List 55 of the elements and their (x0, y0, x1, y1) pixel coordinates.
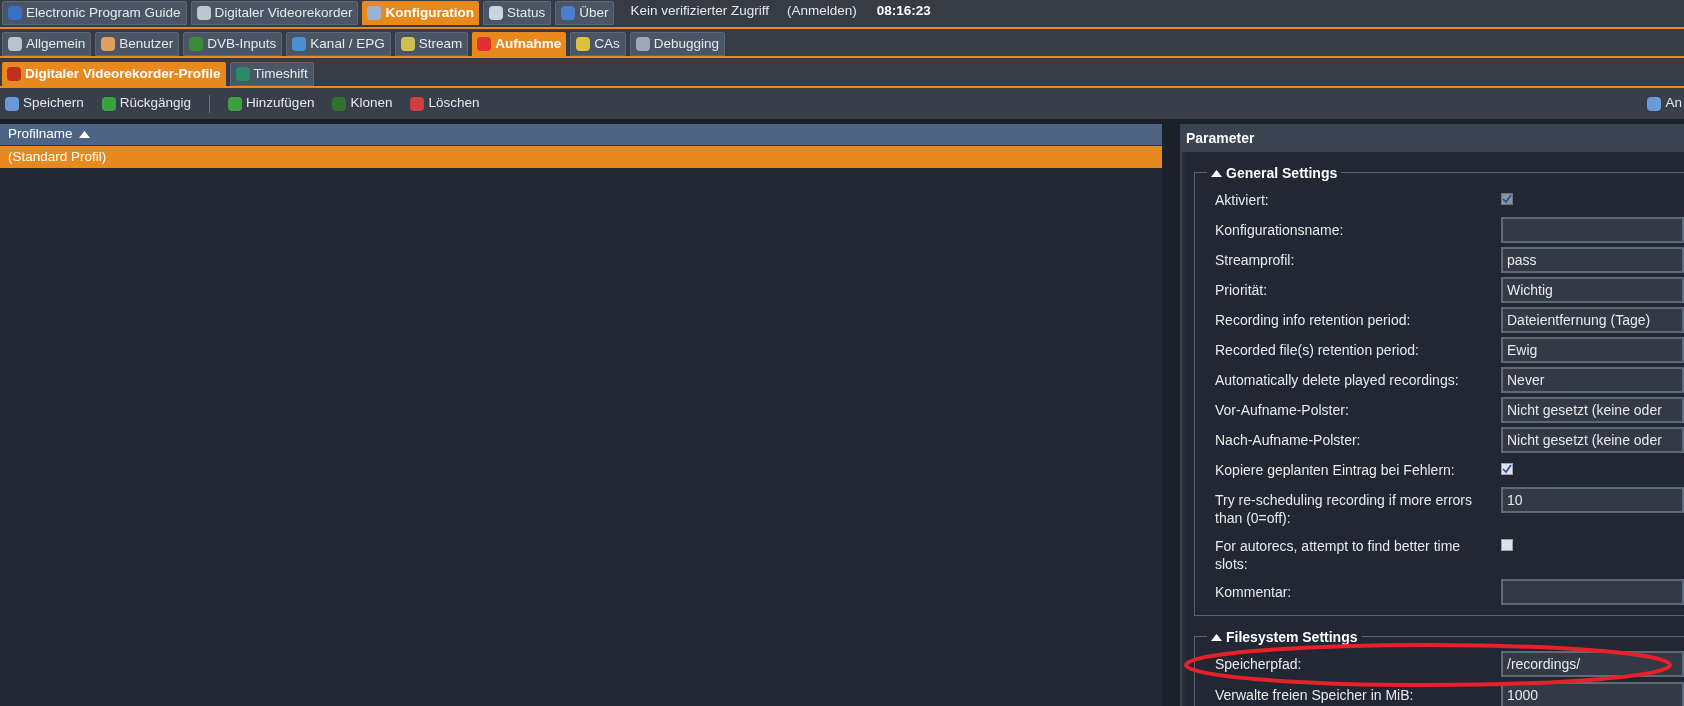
toolbar-button[interactable]: Speichern (5, 93, 84, 114)
tab[interactable]: Status (482, 1, 552, 25)
checkbox[interactable] (1501, 463, 1513, 475)
tab[interactable]: Digitaler Videorekorder (190, 1, 359, 25)
toolbar-button[interactable]: Klonen (332, 93, 393, 114)
field-label: Kopiere geplanten Eintrag bei Fehlern: (1214, 461, 1456, 479)
input-field[interactable]: Dateientfernung (Tage) (1501, 307, 1684, 333)
tab[interactable]: Electronic Program Guide (2, 1, 187, 25)
input-field[interactable] (1501, 579, 1684, 605)
input-field[interactable]: 10 (1501, 487, 1684, 513)
input-field[interactable]: Never (1501, 367, 1684, 393)
tab[interactable]: DVB-Inputs (183, 32, 283, 56)
clock: 08:16:23 (876, 1, 931, 20)
input-field[interactable]: Ewig (1501, 337, 1684, 363)
column-header[interactable]: Profilname (8, 124, 90, 145)
field-label: Priorität: (1214, 281, 1269, 299)
toolbar-button[interactable]: Löschen (410, 93, 480, 114)
field-label: Verwalte freien Speicher in MiB: (1214, 686, 1415, 704)
field-label: Recording info retention period: (1214, 311, 1412, 329)
field-label: For autorecs, attempt to find better time slots: (1214, 537, 1462, 573)
field-label: Kommentar: (1214, 583, 1293, 601)
field-label: Streamprofil: (1214, 251, 1296, 269)
tab[interactable]: Stream (394, 32, 469, 56)
field-label: Aktiviert: (1214, 191, 1270, 209)
tab[interactable]: Allgemein (2, 32, 92, 56)
panel-title: Parameter (1186, 128, 1255, 148)
tab[interactable]: Kanal / EPG (286, 32, 391, 56)
field-label: Konfigurationsname: (1214, 221, 1345, 239)
tab[interactable]: Debugging (629, 32, 725, 56)
tab[interactable]: Timeshift (229, 62, 314, 86)
table-cell-text: (Standard Profil) (8, 147, 107, 166)
input-field[interactable]: Nicht gesetzt (keine oder (1501, 397, 1684, 423)
field-label: Automatically delete played recordings: (1214, 371, 1460, 389)
toolbar-button[interactable]: Rückgängig (101, 93, 192, 114)
access-status: Kein verifizierter Zugriff (630, 1, 769, 20)
tab[interactable]: CAs (570, 32, 626, 56)
field-label: Speicherpfad: (1214, 655, 1303, 673)
toolbar-button[interactable]: Hinzufügen (228, 93, 315, 114)
input-field[interactable] (1501, 217, 1684, 243)
input-field[interactable]: 1000 (1501, 682, 1684, 706)
checkbox[interactable] (1501, 539, 1513, 551)
field-label: Nach-Aufname-Polster: (1214, 431, 1362, 449)
collapse-triangle-icon (1211, 634, 1222, 641)
field-label: Recorded file(s) retention period: (1214, 341, 1420, 359)
toolbar-button[interactable]: An (1647, 93, 1682, 114)
field-label: Vor-Aufname-Polster: (1214, 401, 1350, 419)
input-field[interactable]: Nicht gesetzt (keine oder (1501, 427, 1684, 453)
tab[interactable]: Benutzer (95, 32, 180, 56)
login-link[interactable]: (Anmelden) (787, 0, 857, 21)
collapse-triangle-icon (1211, 170, 1222, 177)
input-field[interactable]: pass (1501, 247, 1684, 273)
input-field[interactable]: Wichtig (1501, 277, 1684, 303)
tab[interactable]: Über (555, 1, 615, 25)
field-label: Try re-scheduling recording if more errors than (0=off): (1214, 491, 1473, 527)
input-field[interactable]: /recordings/ (1501, 651, 1684, 677)
